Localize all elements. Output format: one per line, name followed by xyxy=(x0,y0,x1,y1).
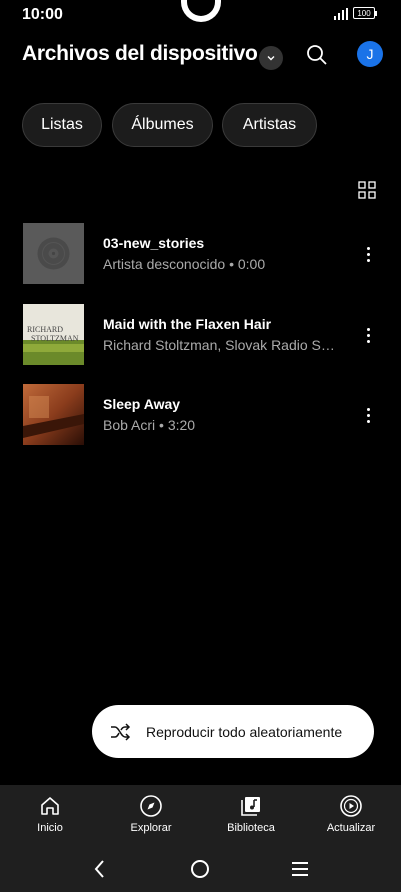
battery-icon: 100 xyxy=(353,7,377,19)
page-title: Archivos del dispositivo xyxy=(22,42,258,65)
song-subtitle: Artista desconocido • 0:00 xyxy=(103,256,266,272)
nav-explorar[interactable]: Explorar xyxy=(111,785,191,846)
chip-listas[interactable]: Listas xyxy=(22,103,102,147)
camera-notch xyxy=(181,0,221,22)
song-title: Maid with the Flaxen Hair xyxy=(103,316,272,332)
cover-text-line2: STOLTZMAN xyxy=(31,334,79,343)
grid-view-icon[interactable] xyxy=(358,181,376,199)
shuffle-icon xyxy=(111,722,131,741)
nav-inicio[interactable]: Inicio xyxy=(10,785,90,846)
song-title: 03-new_stories xyxy=(103,235,205,251)
home-button-icon[interactable] xyxy=(186,855,214,883)
song-subtitle: Richard Stoltzman, Slovak Radio Symphony… xyxy=(103,337,341,353)
home-icon xyxy=(41,797,59,815)
nav-label: Explorar xyxy=(130,822,172,834)
signal-icon xyxy=(334,8,348,20)
search-icon[interactable] xyxy=(304,42,330,68)
status-bar: 10:00 100 xyxy=(0,0,401,30)
bottom-navigation: Inicio Explorar Biblioteca Actualizar xyxy=(0,785,401,846)
system-navigation-bar xyxy=(0,846,401,892)
shuffle-label: Reproducir todo aleatoriamente xyxy=(146,723,343,740)
more-options-icon[interactable] xyxy=(358,404,378,426)
source-dropdown-button[interactable] xyxy=(259,46,283,70)
song-row[interactable]: 03-new_stories Artista desconocido • 0:0… xyxy=(0,223,401,285)
library-icon xyxy=(241,797,260,816)
song-subtitle: Bob Acri • 3:20 xyxy=(103,417,196,433)
status-time: 10:00 xyxy=(22,6,63,23)
nav-label: Actualizar xyxy=(326,822,376,834)
upgrade-icon xyxy=(340,795,362,817)
chip-albumes[interactable]: Álbumes xyxy=(112,103,213,147)
avatar[interactable]: J xyxy=(357,41,383,67)
compass-icon xyxy=(140,795,162,817)
song-title: Sleep Away xyxy=(103,396,181,412)
more-options-icon[interactable] xyxy=(358,243,378,265)
menu-icon[interactable] xyxy=(286,855,314,883)
album-art-cover: RICHARD STOLTZMAN xyxy=(23,304,84,365)
cover-text-line1: RICHARD xyxy=(27,325,63,334)
song-row[interactable]: Sleep Away Bob Acri • 3:20 xyxy=(0,384,401,446)
song-row[interactable]: RICHARD STOLTZMAN Maid with the Flaxen H… xyxy=(0,304,401,366)
chip-artistas[interactable]: Artistas xyxy=(222,103,317,147)
nav-actualizar[interactable]: Actualizar xyxy=(311,785,391,846)
chevron-down-icon xyxy=(267,56,275,61)
album-art-placeholder xyxy=(23,223,84,284)
album-art-cover xyxy=(23,384,84,445)
more-options-icon[interactable] xyxy=(358,324,378,346)
shuffle-all-button[interactable]: Reproducir todo aleatoriamente xyxy=(92,705,374,758)
nav-biblioteca[interactable]: Biblioteca xyxy=(211,785,291,846)
nav-label: Biblioteca xyxy=(227,822,275,834)
back-icon[interactable] xyxy=(86,855,114,883)
nav-label: Inicio xyxy=(37,822,63,834)
